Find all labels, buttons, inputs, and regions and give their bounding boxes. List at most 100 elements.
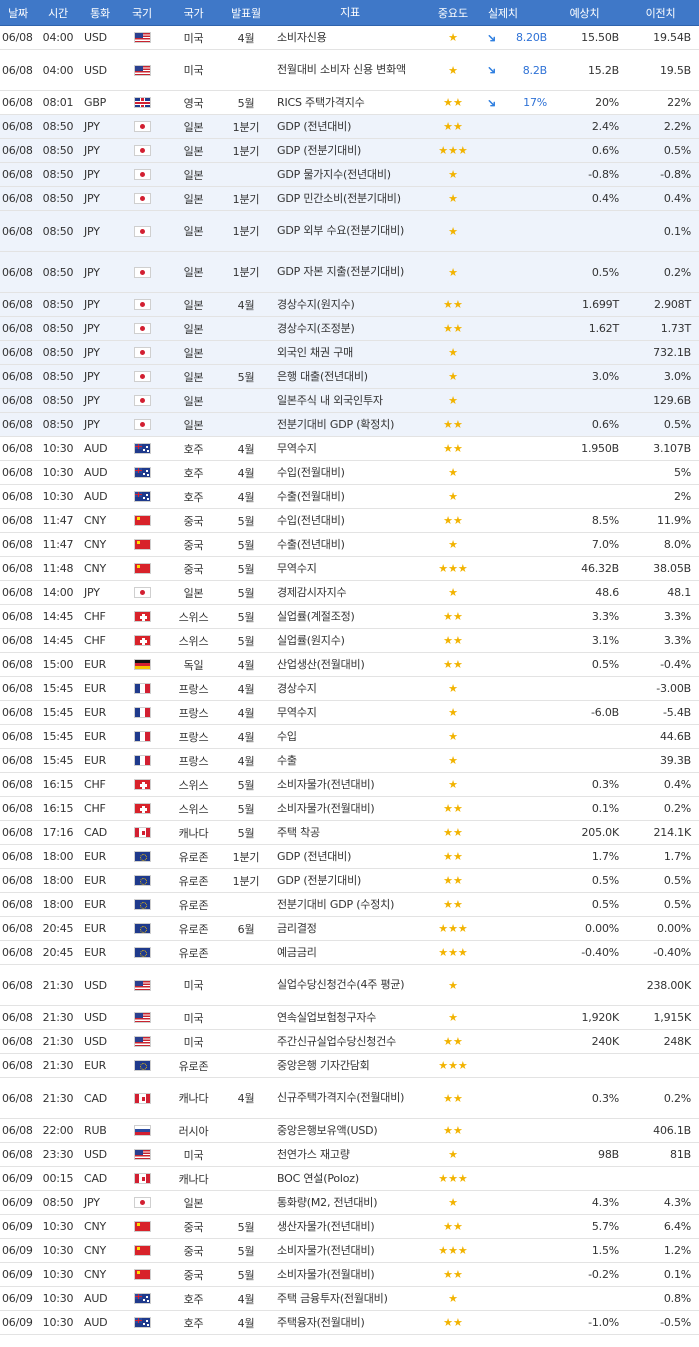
table-row[interactable]: 06/09 10:30 CNY 중국 5월 소비자물가(전월대비) ★★ -0.… bbox=[0, 1263, 699, 1287]
row-indicator[interactable]: GDP (전년대비) bbox=[272, 849, 424, 865]
header-period[interactable]: 발표월 bbox=[220, 5, 272, 21]
header-time[interactable]: 시간 bbox=[35, 5, 81, 21]
table-row[interactable]: 06/08 15:45 EUR 프랑스 4월 수출 ★ 39.3B bbox=[0, 749, 699, 773]
table-row[interactable]: 06/09 10:30 AUD 호주 4월 주택융자(전월대비) ★★ -1.0… bbox=[0, 1311, 699, 1335]
row-indicator[interactable]: 실업수당신청건수(4주 평균) bbox=[272, 977, 424, 993]
header-actual[interactable]: 실제치 bbox=[482, 5, 549, 21]
header-date[interactable]: 날짜 bbox=[0, 5, 35, 21]
table-row[interactable]: 06/08 14:45 CHF 스위스 5월 실업률(원지수) ★★ 3.1% … bbox=[0, 629, 699, 653]
table-row[interactable]: 06/08 23:30 USD 미국 천연가스 재고량 ★ 98B 81B bbox=[0, 1143, 699, 1167]
row-indicator[interactable]: 중앙은행보유액(USD) bbox=[272, 1123, 424, 1139]
row-indicator[interactable]: RICS 주택가격지수 bbox=[272, 95, 424, 111]
row-indicator[interactable]: 주택 착공 bbox=[272, 825, 424, 841]
table-row[interactable]: 06/08 04:00 USD 미국 4월 소비자신용 ★ ➜ 8.20B 15… bbox=[0, 26, 699, 50]
table-row[interactable]: 06/09 10:30 AUD 호주 4월 주택 금융투자(전월대비) ★ 0.… bbox=[0, 1287, 699, 1311]
table-row[interactable]: 06/08 11:48 CNY 중국 5월 무역수지 ★★★ 46.32B 38… bbox=[0, 557, 699, 581]
table-row[interactable]: 06/08 20:45 EUR 유로존 예금금리 ★★★ -0.40% -0.4… bbox=[0, 941, 699, 965]
row-indicator[interactable]: 중앙은행 기자간담회 bbox=[272, 1058, 424, 1074]
table-row[interactable]: 06/09 00:15 CAD 캐나다 BOC 연설(Poloz) ★★★ bbox=[0, 1167, 699, 1191]
table-row[interactable]: 06/08 15:45 EUR 프랑스 4월 무역수지 ★ -6.0B -5.4… bbox=[0, 701, 699, 725]
header-flag[interactable]: 국기 bbox=[117, 5, 167, 21]
row-indicator[interactable]: 전월대비 소비자 신용 변화액 bbox=[272, 62, 424, 78]
table-row[interactable]: 06/08 10:30 AUD 호주 4월 수입(전월대비) ★ 5% bbox=[0, 461, 699, 485]
row-indicator[interactable]: 무역수지 bbox=[272, 561, 424, 577]
table-row[interactable]: 06/08 08:50 JPY 일본 1분기 GDP 외부 수요(전분기대비) … bbox=[0, 211, 699, 252]
row-indicator[interactable]: 경상수지 bbox=[272, 681, 424, 697]
row-indicator[interactable]: GDP (전분기대비) bbox=[272, 143, 424, 159]
table-row[interactable]: 06/08 10:30 AUD 호주 4월 무역수지 ★★ 1.950B 3.1… bbox=[0, 437, 699, 461]
table-row[interactable]: 06/08 14:00 JPY 일본 5월 경제감시자지수 ★ 48.6 48.… bbox=[0, 581, 699, 605]
row-indicator[interactable]: 수입 bbox=[272, 729, 424, 745]
table-row[interactable]: 06/08 08:50 JPY 일본 외국인 채권 구매 ★ 732.1B bbox=[0, 341, 699, 365]
table-row[interactable]: 06/08 16:15 CHF 스위스 5월 소비자물가(전월대비) ★★ 0.… bbox=[0, 797, 699, 821]
table-row[interactable]: 06/09 08:50 JPY 일본 통화량(M2, 전년대비) ★ 4.3% … bbox=[0, 1191, 699, 1215]
table-row[interactable]: 06/08 11:47 CNY 중국 5월 수입(전년대비) ★★ 8.5% 1… bbox=[0, 509, 699, 533]
row-indicator[interactable]: 소비자물가(전년대비) bbox=[272, 777, 424, 793]
row-indicator[interactable]: 천연가스 재고량 bbox=[272, 1147, 424, 1163]
table-row[interactable]: 06/08 15:45 EUR 프랑스 4월 수입 ★ 44.6B bbox=[0, 725, 699, 749]
table-row[interactable]: 06/08 08:50 JPY 일본 GDP 물가지수(전년대비) ★ -0.8… bbox=[0, 163, 699, 187]
row-indicator[interactable]: 실업률(계절조정) bbox=[272, 609, 424, 625]
table-row[interactable]: 06/08 21:30 USD 미국 주간신규실업수당신청건수 ★★ 240K … bbox=[0, 1030, 699, 1054]
row-indicator[interactable]: 경상수지(원지수) bbox=[272, 297, 424, 313]
header-currency[interactable]: 통화 bbox=[81, 5, 117, 21]
row-indicator[interactable]: 실업률(원지수) bbox=[272, 633, 424, 649]
table-row[interactable]: 06/08 20:45 EUR 유로존 6월 금리결정 ★★★ 0.00% 0.… bbox=[0, 917, 699, 941]
table-row[interactable]: 06/08 15:45 EUR 프랑스 4월 경상수지 ★ -3.00B bbox=[0, 677, 699, 701]
row-indicator[interactable]: 소비자물가(전월대비) bbox=[272, 1267, 424, 1283]
row-indicator[interactable]: GDP 외부 수요(전분기대비) bbox=[272, 223, 424, 239]
row-indicator[interactable]: 수입(전년대비) bbox=[272, 513, 424, 529]
table-row[interactable]: 06/08 08:50 JPY 일본 일본주식 내 외국인투자 ★ 129.6B bbox=[0, 389, 699, 413]
table-row[interactable]: 06/08 16:15 CHF 스위스 5월 소비자물가(전년대비) ★ 0.3… bbox=[0, 773, 699, 797]
table-row[interactable]: 06/08 14:45 CHF 스위스 5월 실업률(계절조정) ★★ 3.3%… bbox=[0, 605, 699, 629]
row-indicator[interactable]: 소비자신용 bbox=[272, 30, 424, 46]
row-indicator[interactable]: 주간신규실업수당신청건수 bbox=[272, 1034, 424, 1050]
table-row[interactable]: 06/08 17:16 CAD 캐나다 5월 주택 착공 ★★ 205.0K 2… bbox=[0, 821, 699, 845]
table-row[interactable]: 06/08 15:00 EUR 독일 4월 산업생산(전월대비) ★★ 0.5%… bbox=[0, 653, 699, 677]
table-row[interactable]: 06/08 08:50 JPY 일본 4월 경상수지(원지수) ★★ 1.699… bbox=[0, 293, 699, 317]
row-indicator[interactable]: 신규주택가격지수(전월대비) bbox=[272, 1090, 424, 1106]
row-indicator[interactable]: 무역수지 bbox=[272, 441, 424, 457]
row-indicator[interactable]: 수출(전년대비) bbox=[272, 537, 424, 553]
header-forecast[interactable]: 예상치 bbox=[549, 5, 621, 21]
row-indicator[interactable]: 금리결정 bbox=[272, 921, 424, 937]
row-indicator[interactable]: 경상수지(조정분) bbox=[272, 321, 424, 337]
table-row[interactable]: 06/08 08:50 JPY 일본 5월 은행 대출(전년대비) ★ 3.0%… bbox=[0, 365, 699, 389]
table-row[interactable]: 06/08 08:01 GBP 영국 5월 RICS 주택가격지수 ★★ ➜ 1… bbox=[0, 91, 699, 115]
row-indicator[interactable]: 수입(전월대비) bbox=[272, 465, 424, 481]
row-indicator[interactable]: 수출(전월대비) bbox=[272, 489, 424, 505]
table-row[interactable]: 06/08 21:30 CAD 캐나다 4월 신규주택가격지수(전월대비) ★★… bbox=[0, 1078, 699, 1119]
table-row[interactable]: 06/08 21:30 USD 미국 연속실업보험청구자수 ★ 1,920K 1… bbox=[0, 1006, 699, 1030]
row-indicator[interactable]: 주택 금융투자(전월대비) bbox=[272, 1291, 424, 1307]
row-indicator[interactable]: 무역수지 bbox=[272, 705, 424, 721]
header-indicator[interactable]: 지표 bbox=[272, 5, 424, 21]
row-indicator[interactable]: 생산자물가(전년대비) bbox=[272, 1219, 424, 1235]
row-indicator[interactable]: 연속실업보험청구자수 bbox=[272, 1010, 424, 1026]
table-row[interactable]: 06/08 18:00 EUR 유로존 1분기 GDP (전분기대비) ★★ 0… bbox=[0, 869, 699, 893]
row-indicator[interactable]: 전분기대비 GDP (수정치) bbox=[272, 897, 424, 913]
row-indicator[interactable]: 통화량(M2, 전년대비) bbox=[272, 1195, 424, 1211]
row-indicator[interactable]: 은행 대출(전년대비) bbox=[272, 369, 424, 385]
row-indicator[interactable]: 일본주식 내 외국인투자 bbox=[272, 393, 424, 409]
header-importance[interactable]: 중요도 bbox=[424, 5, 482, 21]
table-row[interactable]: 06/08 18:00 EUR 유로존 전분기대비 GDP (수정치) ★★ 0… bbox=[0, 893, 699, 917]
row-indicator[interactable]: 예금금리 bbox=[272, 945, 424, 961]
row-indicator[interactable]: 경제감시자지수 bbox=[272, 585, 424, 601]
table-row[interactable]: 06/08 21:30 USD 미국 실업수당신청건수(4주 평균) ★ 238… bbox=[0, 965, 699, 1006]
table-row[interactable]: 06/08 08:50 JPY 일본 1분기 GDP (전년대비) ★★ 2.4… bbox=[0, 115, 699, 139]
table-row[interactable]: 06/08 11:47 CNY 중국 5월 수출(전년대비) ★ 7.0% 8.… bbox=[0, 533, 699, 557]
row-indicator[interactable]: 외국인 채권 구매 bbox=[272, 345, 424, 361]
row-indicator[interactable]: BOC 연설(Poloz) bbox=[272, 1171, 424, 1187]
table-row[interactable]: 06/08 04:00 USD 미국 전월대비 소비자 신용 변화액 ★ ➜ 8… bbox=[0, 50, 699, 91]
row-indicator[interactable]: GDP 물가지수(전년대비) bbox=[272, 167, 424, 183]
table-row[interactable]: 06/08 08:50 JPY 일본 전분기대비 GDP (확정치) ★★ 0.… bbox=[0, 413, 699, 437]
table-row[interactable]: 06/08 18:00 EUR 유로존 1분기 GDP (전년대비) ★★ 1.… bbox=[0, 845, 699, 869]
row-indicator[interactable]: 주택융자(전월대비) bbox=[272, 1315, 424, 1331]
row-indicator[interactable]: 수출 bbox=[272, 753, 424, 769]
row-indicator[interactable]: 전분기대비 GDP (확정치) bbox=[272, 417, 424, 433]
row-indicator[interactable]: GDP (전년대비) bbox=[272, 119, 424, 135]
row-indicator[interactable]: 소비자물가(전월대비) bbox=[272, 801, 424, 817]
header-previous[interactable]: 이전치 bbox=[621, 5, 699, 21]
table-row[interactable]: 06/08 22:00 RUB 러시아 중앙은행보유액(USD) ★★ 406.… bbox=[0, 1119, 699, 1143]
row-indicator[interactable]: GDP 자본 지출(전분기대비) bbox=[272, 264, 424, 280]
